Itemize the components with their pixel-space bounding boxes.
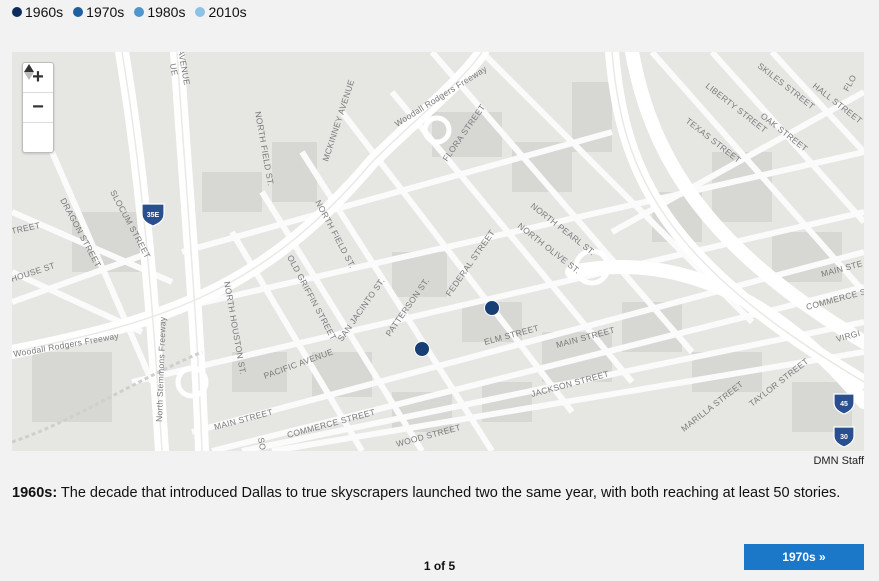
legend: 1960s 1970s 1980s 2010s <box>12 4 247 20</box>
slide-caption: 1960s: The decade that introduced Dallas… <box>12 485 867 502</box>
reset-bearing-button[interactable] <box>23 64 53 152</box>
zoom-controls: + − <box>22 62 54 153</box>
street-label: FEDERAL STREET <box>443 228 496 298</box>
legend-label-1970s: 1970s <box>86 4 125 20</box>
street-label: TREET <box>12 220 41 236</box>
street-label: MAIN STREET <box>213 407 274 432</box>
street-label: UE <box>168 63 180 77</box>
zoom-out-button[interactable]: − <box>23 93 53 123</box>
interstate-30-shield: 30 <box>833 426 855 448</box>
street-label: COMMERCE S <box>805 286 864 312</box>
svg-text:35E: 35E <box>147 212 160 219</box>
legend-item-1970s: 1970s <box>73 4 124 20</box>
map[interactable]: Woodall Rodgers Freeway Woodall Rodgers … <box>12 52 864 451</box>
legend-swatch-2010s <box>195 7 206 17</box>
compass-icon <box>24 64 34 80</box>
legend-swatch-1980s <box>134 7 145 17</box>
legend-item-2010s: 2010s <box>195 4 247 20</box>
legend-item-1980s: 1980s <box>134 4 185 20</box>
caption-text: The decade that introduced Dallas to tru… <box>57 485 841 501</box>
legend-swatch-1960s <box>12 7 22 17</box>
basemap: Woodall Rodgers Freeway Woodall Rodgers … <box>12 52 864 451</box>
legend-item-1960s: 1960s <box>12 4 63 20</box>
legend-label-1960s: 1960s <box>25 4 64 20</box>
next-decade-button[interactable]: 1970s » <box>744 544 864 570</box>
street-label: FLO <box>841 73 858 93</box>
legend-label-1980s: 1980s <box>147 4 186 20</box>
legend-label-2010s: 2010s <box>208 4 247 20</box>
caption-lead: 1960s: <box>12 485 58 501</box>
legend-swatch-1970s <box>73 7 84 17</box>
map-credit: DMN Staff <box>813 455 864 467</box>
svg-text:45: 45 <box>840 401 848 408</box>
skyscraper-marker[interactable] <box>484 300 500 316</box>
skyscraper-marker[interactable] <box>414 341 430 357</box>
svg-text:30: 30 <box>840 434 848 441</box>
street-label: SAN JACINTO ST. <box>335 276 386 343</box>
